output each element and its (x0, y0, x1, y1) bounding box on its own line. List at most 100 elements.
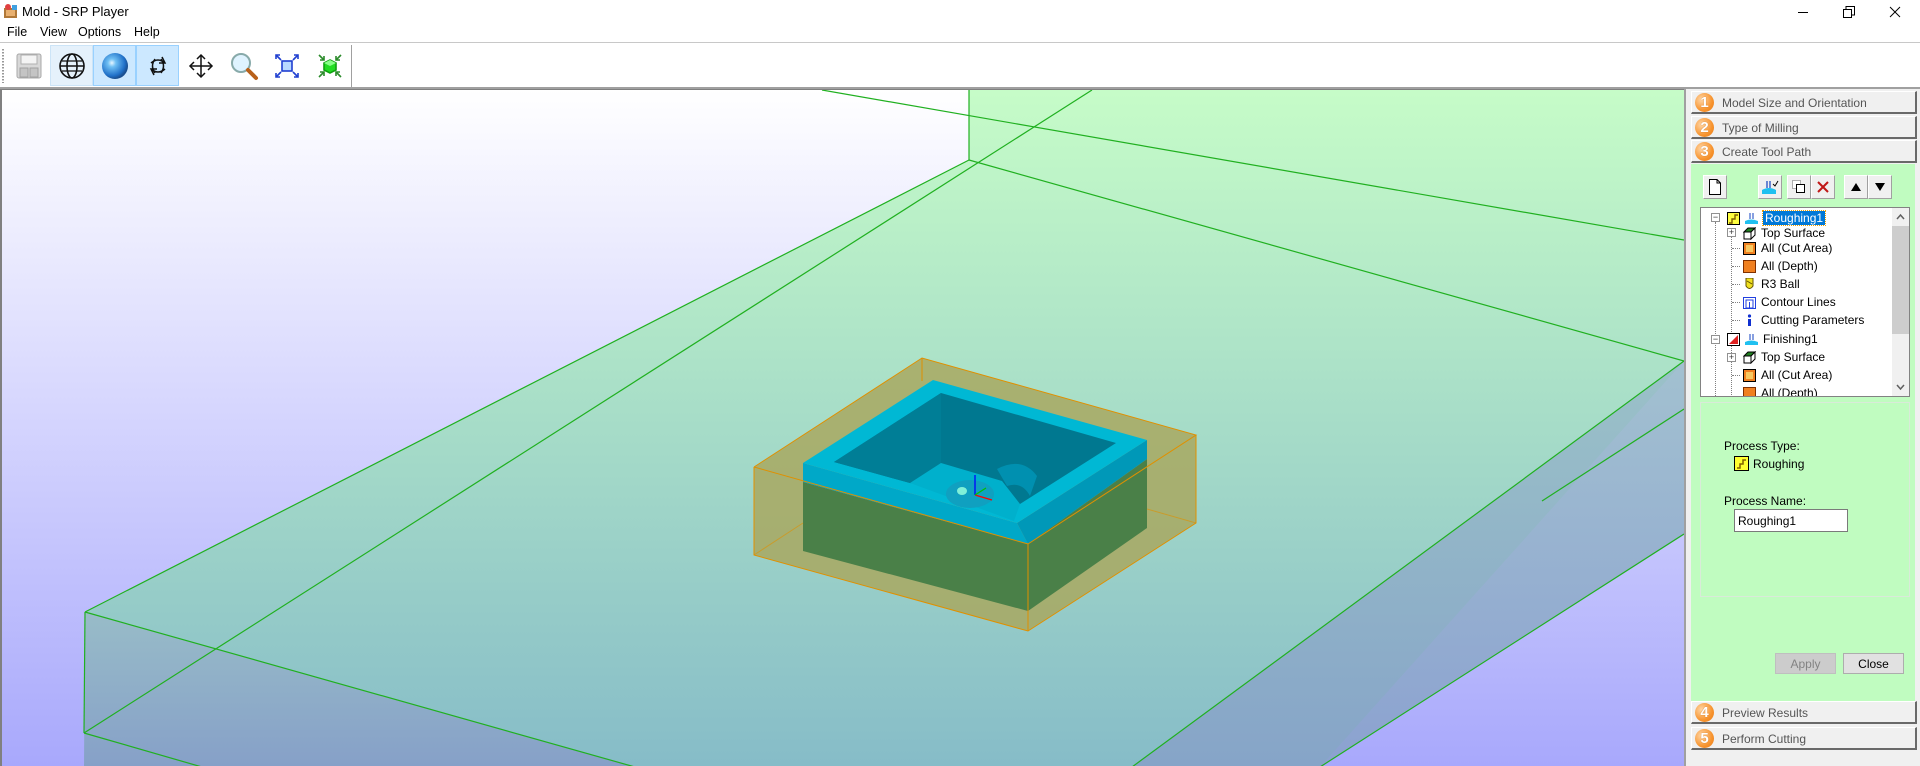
menu-bar: File View Options Help (0, 23, 1920, 43)
collapse-toggle[interactable]: − (1711, 213, 1720, 222)
step-5-perform-cutting[interactable]: 5 Perform Cutting (1691, 727, 1917, 750)
calculate-button[interactable] (1758, 175, 1782, 199)
new-document-icon (1709, 179, 1721, 195)
process-type-label: Process Type: (1724, 439, 1800, 453)
step-label: Perform Cutting (1722, 732, 1807, 746)
process-tree[interactable]: − Roughing1 + Top Surface All (Cut Area)… (1700, 207, 1910, 397)
expand-toggle[interactable]: + (1727, 353, 1736, 362)
tree-item-label: Contour Lines (1761, 295, 1836, 309)
tree-line (1732, 320, 1740, 321)
tree-line (1732, 302, 1740, 303)
cut-area-icon (1743, 368, 1756, 382)
title-bar: Mold - SRP Player (0, 0, 1920, 23)
info-icon (1747, 313, 1752, 326)
tree-item-cutting-parameters[interactable]: Cutting Parameters (1743, 311, 1864, 329)
shaded-view-button[interactable] (93, 45, 136, 86)
save-button[interactable] (7, 45, 50, 86)
tree-item-label: R3 Ball (1761, 277, 1800, 291)
scroll-down-icon (1896, 384, 1905, 391)
step-number-badge: 5 (1695, 729, 1714, 748)
new-process-button[interactable] (1703, 175, 1727, 199)
apply-button[interactable]: Apply (1775, 653, 1836, 674)
cut-area-icon (1743, 241, 1756, 255)
globe-wireframe-icon (58, 52, 85, 79)
tree-item-depth[interactable]: All (Depth) (1743, 257, 1818, 275)
step-number-badge: 4 (1695, 703, 1714, 722)
process-type-value: Roughing (1753, 457, 1805, 471)
step-label: Preview Results (1722, 706, 1809, 720)
3d-viewport[interactable] (0, 89, 1684, 766)
scroll-up-icon (1896, 213, 1905, 220)
tree-item-label: All (Depth) (1761, 386, 1818, 397)
fit-all-button[interactable] (265, 45, 308, 86)
toolbar-grip[interactable] (2, 49, 4, 83)
restore-button[interactable] (1826, 0, 1872, 23)
pan-button[interactable] (179, 45, 222, 86)
step-4-preview-results[interactable]: 4 Preview Results (1691, 701, 1917, 724)
magnifier-icon (230, 52, 258, 80)
process-name-input[interactable] (1734, 509, 1848, 532)
rotate-button[interactable] (136, 45, 179, 86)
tree-item-depth[interactable]: All (Depth) (1743, 384, 1818, 397)
step-1-model-size[interactable]: 1 Model Size and Orientation (1691, 91, 1917, 114)
tree-item-finishing1[interactable]: Finishing1 (1727, 330, 1818, 348)
menu-options[interactable]: Options (78, 25, 121, 39)
step-3-create-tool-path[interactable]: 3 Create Tool Path (1691, 140, 1917, 163)
tree-item-label: Cutting Parameters (1761, 313, 1865, 327)
step-label: Type of Milling (1722, 121, 1799, 135)
tree-item-label: Roughing1 (1761, 210, 1827, 226)
tree-item-r3-ball[interactable]: R3 Ball (1743, 275, 1800, 293)
menu-view[interactable]: View (40, 25, 67, 39)
tree-item-label: All (Cut Area) (1761, 368, 1833, 382)
ball-tool-icon (1745, 277, 1754, 289)
close-button[interactable]: Close (1843, 653, 1904, 674)
minimize-button[interactable] (1780, 0, 1826, 23)
surface-cube-icon (1743, 226, 1756, 240)
menu-file[interactable]: File (7, 25, 27, 39)
blue-sphere-icon (101, 52, 128, 79)
expand-toggle[interactable]: + (1727, 228, 1736, 237)
scrollbar-thumb[interactable] (1892, 226, 1909, 334)
fit-model-button[interactable] (308, 45, 351, 86)
tree-item-top-surface[interactable]: Top Surface (1743, 348, 1825, 366)
close-icon (1889, 6, 1901, 17)
delete-process-button[interactable] (1811, 175, 1835, 199)
tree-item-cut-area[interactable]: All (Cut Area) (1743, 239, 1832, 257)
mill-process-icon (1745, 333, 1758, 345)
step-2-type-of-milling[interactable]: 2 Type of Milling (1691, 116, 1917, 139)
tree-item-label: All (Depth) (1761, 259, 1818, 273)
move-arrows-icon (188, 53, 213, 78)
mold-dome (946, 480, 994, 508)
tree-scrollbar[interactable] (1892, 208, 1909, 396)
collapse-toggle[interactable]: − (1711, 335, 1720, 344)
close-window-button[interactable] (1872, 0, 1918, 23)
app-icon (4, 4, 17, 18)
milling-wizard-panel: 1 Model Size and Orientation 2 Type of M… (1684, 89, 1920, 766)
tree-item-cut-area[interactable]: All (Cut Area) (1743, 366, 1832, 384)
move-down-button[interactable] (1868, 175, 1892, 199)
mold-dome-highlight (957, 487, 967, 495)
step-number-badge: 3 (1695, 142, 1714, 161)
step-label: Create Tool Path (1722, 145, 1812, 159)
tree-item-contour-lines[interactable]: Contour Lines (1743, 293, 1836, 311)
floppy-disk-icon (16, 53, 41, 78)
delete-x-icon (1817, 181, 1829, 193)
tree-line (1732, 375, 1740, 376)
tree-line (1731, 228, 1732, 332)
move-up-button[interactable] (1844, 175, 1868, 199)
zoom-button[interactable] (222, 45, 265, 86)
triangle-up-icon (1851, 183, 1861, 191)
wireframe-view-button[interactable] (50, 45, 93, 86)
mill-path-icon (1762, 180, 1779, 194)
mill-process-icon (1745, 212, 1758, 224)
copy-process-button[interactable] (1787, 175, 1811, 199)
tree-line (1732, 248, 1740, 249)
roughing-type-icon (1734, 456, 1749, 471)
tree-item-label: All (Cut Area) (1761, 241, 1833, 255)
menu-help[interactable]: Help (134, 25, 160, 39)
3d-scene[interactable] (2, 90, 1684, 766)
tree-item-label: Top Surface (1761, 226, 1826, 240)
step-number-badge: 1 (1695, 93, 1714, 112)
step-number-badge: 2 (1695, 118, 1714, 137)
surface-cube-icon (1743, 350, 1756, 364)
